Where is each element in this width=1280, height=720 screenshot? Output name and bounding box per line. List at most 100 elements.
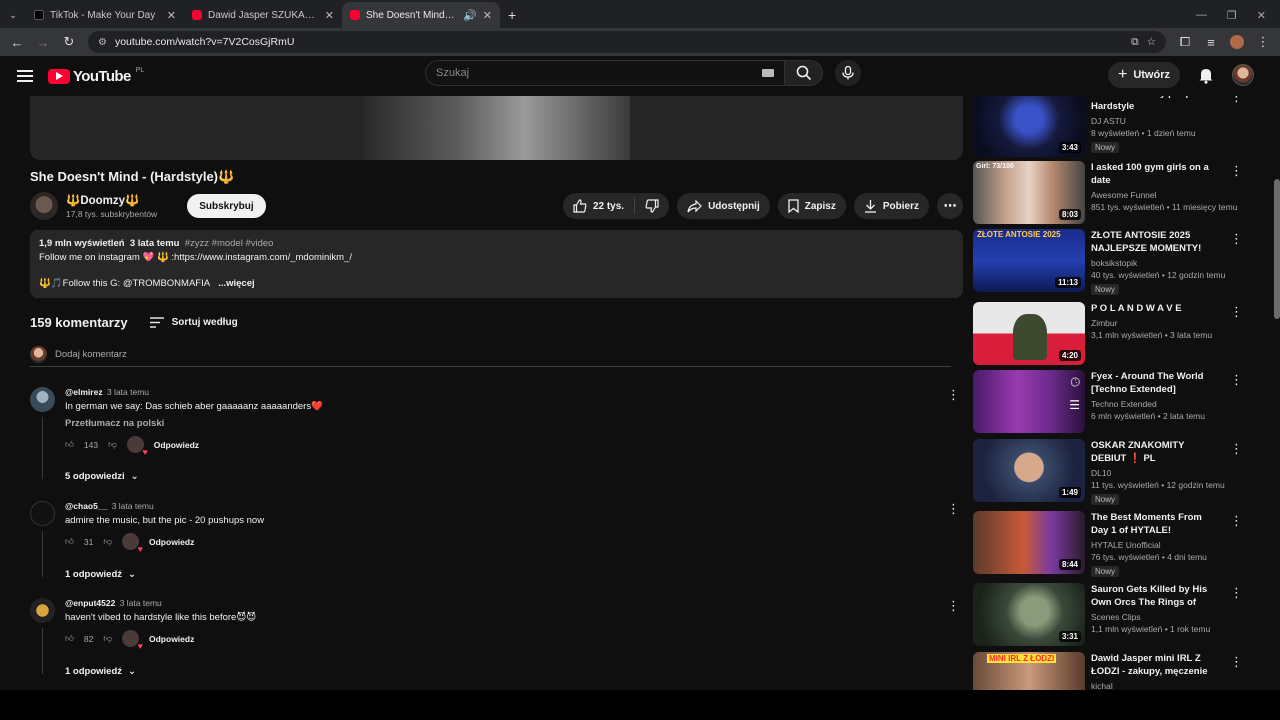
more-actions-button[interactable]: ⋯	[937, 193, 963, 219]
comment-menu-icon[interactable]: ⋮	[947, 387, 960, 403]
comment-like-button[interactable]: 👍︎	[65, 633, 74, 644]
view-replies-button[interactable]: 5 odpowiedzi ⌄	[65, 471, 139, 482]
reply-button[interactable]: Odpowiedz	[149, 634, 194, 644]
video-thumbnail[interactable]: 🕓︎ ☰	[973, 370, 1085, 433]
recommended-channel[interactable]: HYTALE Unofficial	[1091, 540, 1221, 550]
profile-avatar-icon[interactable]	[1226, 31, 1248, 53]
close-tab-icon[interactable]: ✕	[483, 9, 492, 22]
video-menu-icon[interactable]: ⋮	[1230, 163, 1243, 179]
recommended-channel[interactable]: DJ ASTU	[1091, 116, 1221, 126]
recommended-title[interactable]: Sauron Gets Killed by His Own Orcs The R…	[1091, 583, 1221, 609]
back-icon[interactable]: ←	[6, 31, 28, 53]
channel-avatar[interactable]	[30, 192, 58, 220]
view-replies-button[interactable]: 1 odpowiedź ⌄	[65, 666, 136, 677]
comment-age[interactable]: 3 lata temu	[112, 501, 154, 511]
comment-like-button[interactable]: 👍︎	[65, 536, 74, 547]
media-control-icon[interactable]: ≡	[1200, 31, 1222, 53]
install-app-icon[interactable]: ⧉	[1131, 36, 1139, 49]
new-tab-button[interactable]: +	[500, 2, 524, 28]
recommended-video[interactable]: 4:20 P O L A N D W A V E Zimbur 3,1 mln …	[973, 302, 1243, 366]
recommended-title[interactable]: Dawid Jasper mini IRL Z ŁODZI - zakupy, …	[1091, 652, 1221, 678]
recommended-channel[interactable]: Awesome Funnel	[1091, 190, 1221, 200]
recommended-title[interactable]: P O L A N D W A V E	[1091, 302, 1221, 315]
maximize-icon[interactable]: ❐	[1227, 9, 1237, 22]
minimize-icon[interactable]: —	[1196, 9, 1207, 21]
close-window-icon[interactable]: ✕	[1257, 9, 1266, 22]
comment-dislike-button[interactable]: 👎︎	[103, 536, 112, 547]
comment-dislike-button[interactable]: 👎︎	[103, 633, 112, 644]
address-bar[interactable]: ⚙ youtube.com/watch?v=7V2CosGjRmU ⧉ ☆	[88, 31, 1166, 53]
recommended-title[interactable]: I asked 100 gym girls on a date	[1091, 161, 1221, 187]
menu-icon[interactable]	[17, 70, 33, 82]
video-menu-icon[interactable]: ⋮	[1230, 654, 1243, 670]
video-menu-icon[interactable]: ⋮	[1230, 441, 1243, 457]
recommended-title[interactable]: ASTU - Blue Sky | Euphoric Hardstyle	[1091, 96, 1221, 113]
reload-icon[interactable]: ↻	[58, 31, 80, 53]
video-menu-icon[interactable]: ⋮	[1230, 231, 1243, 247]
user-avatar[interactable]	[1232, 64, 1254, 86]
comment-author[interactable]: @elmirez	[65, 387, 103, 397]
video-menu-icon[interactable]: ⋮	[1230, 513, 1243, 529]
hashtags[interactable]: #zyzz #model #video	[185, 238, 274, 249]
browser-tab-current[interactable]: She Doesn't Mind - (Hardst 🔊 ✕	[342, 2, 500, 28]
recommended-video[interactable]: 3:31 Sauron Gets Killed by His Own Orcs …	[973, 583, 1243, 647]
comment-dislike-button[interactable]: 👎︎	[108, 439, 117, 450]
recommended-channel[interactable]: Scenes Clips	[1091, 612, 1221, 622]
download-button[interactable]: Pobierz	[853, 193, 929, 219]
channel-name[interactable]: 🔱Doomzy🔱	[66, 193, 157, 207]
forward-icon[interactable]: →	[32, 31, 54, 53]
video-thumbnail[interactable]: Girl: 73/100 8:03	[973, 161, 1085, 224]
video-player[interactable]	[30, 96, 963, 160]
close-tab-icon[interactable]: ✕	[167, 9, 176, 22]
recommended-channel[interactable]: kichal	[1091, 681, 1221, 690]
video-thumbnail[interactable]: 4:20	[973, 302, 1085, 365]
recommended-video[interactable]: 🕓︎ ☰ Fyex - Around The World [Techno Ext…	[973, 370, 1243, 434]
comment-age[interactable]: 3 lata temu	[107, 387, 149, 397]
recommended-title[interactable]: The Best Moments From Day 1 of HYTALE!	[1091, 511, 1221, 537]
close-tab-icon[interactable]: ✕	[325, 9, 334, 22]
description-box[interactable]: 1,9 mln wyświetleń 3 lata temu #zyzz #mo…	[30, 230, 963, 298]
recommended-channel[interactable]: DL10	[1091, 468, 1221, 478]
like-button[interactable]: 22 tys.	[563, 198, 636, 214]
share-button[interactable]: Udostępnij	[677, 193, 770, 219]
sort-comments-button[interactable]: Sortuj według	[149, 317, 238, 328]
site-info-icon[interactable]: ⚙	[98, 37, 107, 48]
add-comment-field[interactable]: Dodaj komentarz	[30, 346, 951, 367]
recommended-channel[interactable]: boksikstopik	[1091, 258, 1221, 268]
recommended-video[interactable]: MINI IRL Z ŁODZI Dawid Jasper mini IRL Z…	[973, 652, 1243, 690]
comment-like-button[interactable]: 👍︎	[65, 439, 74, 450]
tab-search-button[interactable]: ⌄	[0, 2, 26, 28]
speaker-icon[interactable]: 🔊	[463, 9, 477, 22]
keyboard-icon[interactable]	[762, 69, 774, 77]
bookmark-star-icon[interactable]: ☆	[1147, 36, 1156, 48]
recommended-video[interactable]: 8:44 The Best Moments From Day 1 of HYTA…	[973, 511, 1243, 577]
notifications-bell-icon[interactable]	[1198, 67, 1214, 84]
comment-menu-icon[interactable]: ⋮	[947, 501, 960, 517]
translate-link[interactable]: Przetłumacz na polski	[65, 418, 930, 429]
create-button[interactable]: + Utwórz	[1107, 62, 1180, 88]
browser-menu-icon[interactable]: ⋮	[1252, 31, 1274, 53]
subscribe-button[interactable]: Subskrybuj	[187, 194, 266, 218]
video-thumbnail[interactable]: 3:43	[973, 96, 1085, 157]
comment-menu-icon[interactable]: ⋮	[947, 598, 960, 614]
recommended-channel[interactable]: Zimbur	[1091, 318, 1221, 328]
comment-author[interactable]: @chao5__	[65, 501, 107, 511]
scrollbar-thumb[interactable]	[1274, 179, 1280, 319]
recommended-title[interactable]: OSKAR ZNAKOMITY DEBIUT ❗ PL	[1091, 439, 1221, 465]
recommended-video[interactable]: ZŁOTE ANTOSIE 2025 11:13 ZŁOTE ANTOSIE 2…	[973, 229, 1243, 295]
browser-tab-dawid-jasper[interactable]: Dawid Jasper SZUKANIE MIŁOŚ ✕	[184, 2, 342, 28]
reply-button[interactable]: Odpowiedz	[154, 440, 199, 450]
comment-author-avatar[interactable]	[30, 387, 55, 412]
video-menu-icon[interactable]: ⋮	[1230, 304, 1243, 320]
search-button[interactable]	[785, 60, 823, 86]
youtube-logo[interactable]: YouTube PL	[48, 67, 144, 85]
comment-age[interactable]: 3 lata temu	[120, 598, 162, 608]
recommended-title[interactable]: ZŁOTE ANTOSIE 2025 NAJLEPSZE MOMENTY!	[1091, 229, 1221, 255]
page-scrollbar[interactable]	[1274, 96, 1280, 690]
video-thumbnail[interactable]: MINI IRL Z ŁODZI	[973, 652, 1085, 690]
view-replies-button[interactable]: 1 odpowiedź ⌄	[65, 569, 136, 580]
video-menu-icon[interactable]: ⋮	[1230, 585, 1243, 601]
comment-author[interactable]: @enput4522	[65, 598, 115, 608]
save-button[interactable]: Zapisz	[777, 193, 846, 219]
add-to-queue-icon[interactable]: ☰	[1069, 398, 1080, 412]
